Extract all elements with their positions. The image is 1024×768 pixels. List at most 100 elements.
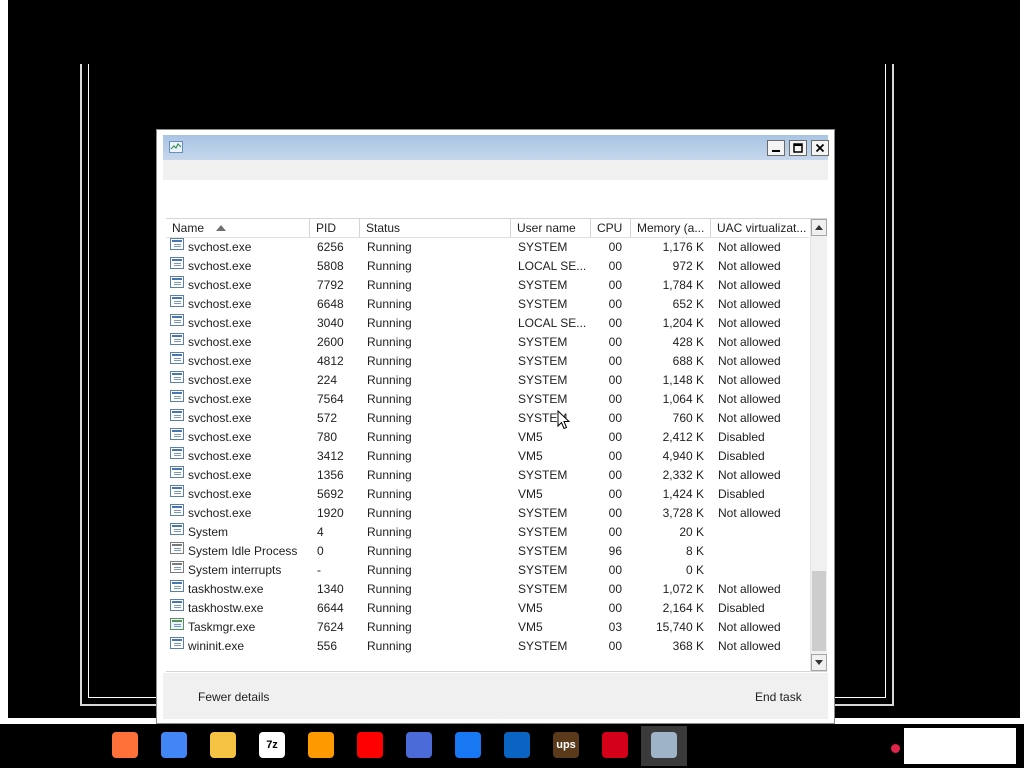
process-row[interactable]: svchost.exe 1920 Running SYSTEM 00 3,728 K Not… [166, 504, 809, 523]
close-button[interactable] [811, 140, 829, 156]
process-row[interactable]: svchost.exe 7792 Running SYSTEM 00 1,784 K Not… [166, 276, 809, 295]
maximize-button[interactable] [789, 140, 807, 156]
process-row[interactable]: svchost.exe 224 Running SYSTEM 00 1,148 K Not … [166, 371, 809, 390]
scroll-down-button[interactable] [811, 654, 827, 671]
process-row[interactable]: taskhostw.exe 6644 Running VM5 00 2,164 K Disa… [166, 599, 809, 618]
process-status: Running [367, 449, 412, 463]
process-row[interactable]: svchost.exe 3412 Running VM5 00 4,940 K Disabl… [166, 447, 809, 466]
process-row[interactable]: svchost.exe 3040 Running LOCAL SE... 00 1,204… [166, 314, 809, 333]
fewer-details-button[interactable]: Fewer details [198, 690, 269, 704]
process-name: svchost.exe [188, 278, 252, 292]
process-name: taskhostw.exe [188, 582, 264, 596]
process-memory: 2,164 K [662, 601, 704, 615]
process-pid: 1340 [317, 582, 344, 596]
column-header-status[interactable]: Status [360, 219, 511, 237]
process-row[interactable]: svchost.exe 572 Running SYSTEM 00 760 K Not al… [166, 409, 809, 428]
process-name: taskhostw.exe [188, 601, 264, 615]
system-icon [170, 561, 184, 573]
process-memory: 1,072 K [662, 582, 704, 596]
process-row[interactable]: svchost.exe 5692 Running VM5 00 1,424 K Disabl… [166, 485, 809, 504]
scrollbar-thumb[interactable] [812, 571, 826, 651]
process-row[interactable]: svchost.exe 6256 Running SYSTEM 00 1,176 K Not… [166, 238, 809, 257]
process-pid: 7624 [317, 620, 344, 634]
outlook-icon[interactable] [504, 732, 530, 758]
process-row[interactable]: svchost.exe 4812 Running SYSTEM 00 688 K Not a… [166, 352, 809, 371]
sort-ascending-icon [216, 225, 226, 231]
file-explorer-icon[interactable] [210, 732, 236, 758]
process-user: SYSTEM [518, 297, 568, 311]
amazon-icon[interactable] [308, 732, 334, 758]
process-cpu: 00 [608, 430, 622, 444]
process-memory: 688 K [672, 354, 704, 368]
process-name: svchost.exe [188, 411, 252, 425]
footer-bar: Fewer details End task [163, 673, 828, 719]
task-manager-app-icon [169, 141, 183, 153]
process-uac: Not allowed [718, 468, 781, 482]
close-icon [815, 143, 825, 153]
process-memory: 2,412 K [662, 430, 704, 444]
process-name: wininit.exe [188, 639, 245, 653]
process-pid: 4812 [317, 354, 344, 368]
tray-notification-icon[interactable] [891, 744, 900, 753]
process-row[interactable]: svchost.exe 5808 Running LOCAL SE... 00 972 K… [166, 257, 809, 276]
firefox-icon[interactable] [112, 732, 138, 758]
column-header-cpu[interactable]: CPU [591, 219, 631, 237]
mouse-pointer-icon [557, 410, 571, 430]
ups-icon[interactable]: ups [553, 732, 579, 758]
process-name: svchost.exe [188, 354, 252, 368]
process-row[interactable]: taskhostw.exe 1340 Running SYSTEM 00 1,072 K N… [166, 580, 809, 599]
scroll-up-button[interactable] [811, 219, 827, 236]
process-status: Running [367, 297, 412, 311]
process-status: Running [367, 468, 412, 482]
process-uac: Disabled [718, 601, 765, 615]
youtube-icon[interactable] [357, 732, 383, 758]
title-bar[interactable] [163, 135, 829, 160]
process-user: SYSTEM [518, 582, 568, 596]
process-pid: 572 [317, 411, 338, 425]
process-memory: 2,332 K [662, 468, 704, 482]
service-icon [170, 447, 184, 459]
process-name: svchost.exe [188, 392, 252, 406]
7zip-icon[interactable]: 7z [259, 732, 285, 758]
process-user: SYSTEM [518, 354, 568, 368]
process-row[interactable]: svchost.exe 6648 Running SYSTEM 00 652 K Not a… [166, 295, 809, 314]
service-icon [170, 390, 184, 402]
process-row[interactable]: svchost.exe 1356 Running SYSTEM 00 2,332 K Not… [166, 466, 809, 485]
column-header-pid[interactable]: PID [310, 219, 360, 237]
process-status: Running [367, 335, 412, 349]
process-uac: Not allowed [718, 392, 781, 406]
column-header-name[interactable]: Name [166, 219, 310, 237]
process-user: SYSTEM [518, 373, 568, 387]
process-row[interactable]: System interrupts - Running SYSTEM 00 0 K [166, 561, 809, 580]
process-row[interactable]: Taskmgr.exe 7624 Running VM5 03 15,740 K Not a… [166, 618, 809, 637]
bank-of-america-icon[interactable] [602, 732, 628, 758]
process-row[interactable]: svchost.exe 780 Running VM5 00 2,412 K Disable… [166, 428, 809, 447]
process-status: Running [367, 639, 412, 653]
process-uac: Not allowed [718, 373, 781, 387]
column-header-memory[interactable]: Memory (a... [631, 219, 711, 237]
process-name: Taskmgr.exe [188, 620, 256, 634]
bing-icon[interactable] [406, 732, 432, 758]
process-memory: 15,740 K [655, 620, 704, 634]
minimize-icon [772, 150, 780, 152]
chrome-icon[interactable] [161, 732, 187, 758]
task-manager-window: Name PID Status User name CPU Memory (a.… [156, 129, 835, 724]
process-row[interactable]: System 4 Running SYSTEM 00 20 K [166, 523, 809, 542]
process-row[interactable]: wininit.exe 556 Running SYSTEM 00 368 K Not al… [166, 637, 809, 656]
process-memory: 1,176 K [662, 240, 704, 254]
facebook-icon[interactable] [455, 732, 481, 758]
process-row[interactable]: System Idle Process 0 Running SYSTEM 96 8 K [166, 542, 809, 561]
task-manager-icon[interactable] [651, 732, 677, 758]
process-row[interactable]: svchost.exe 2600 Running SYSTEM 00 428 K Not a… [166, 333, 809, 352]
process-cpu: 00 [608, 601, 622, 615]
column-header-uac[interactable]: UAC virtualizat... [711, 219, 809, 237]
process-cpu: 00 [608, 468, 622, 482]
vertical-scrollbar[interactable] [810, 219, 827, 671]
column-header-user-name[interactable]: User name [511, 219, 591, 237]
process-status: Running [367, 411, 412, 425]
menu-bar [163, 160, 828, 180]
process-cpu: 00 [608, 449, 622, 463]
minimize-button[interactable] [767, 140, 785, 156]
end-task-button[interactable]: End task [755, 690, 802, 704]
process-row[interactable]: svchost.exe 7564 Running SYSTEM 00 1,064 K Not… [166, 390, 809, 409]
